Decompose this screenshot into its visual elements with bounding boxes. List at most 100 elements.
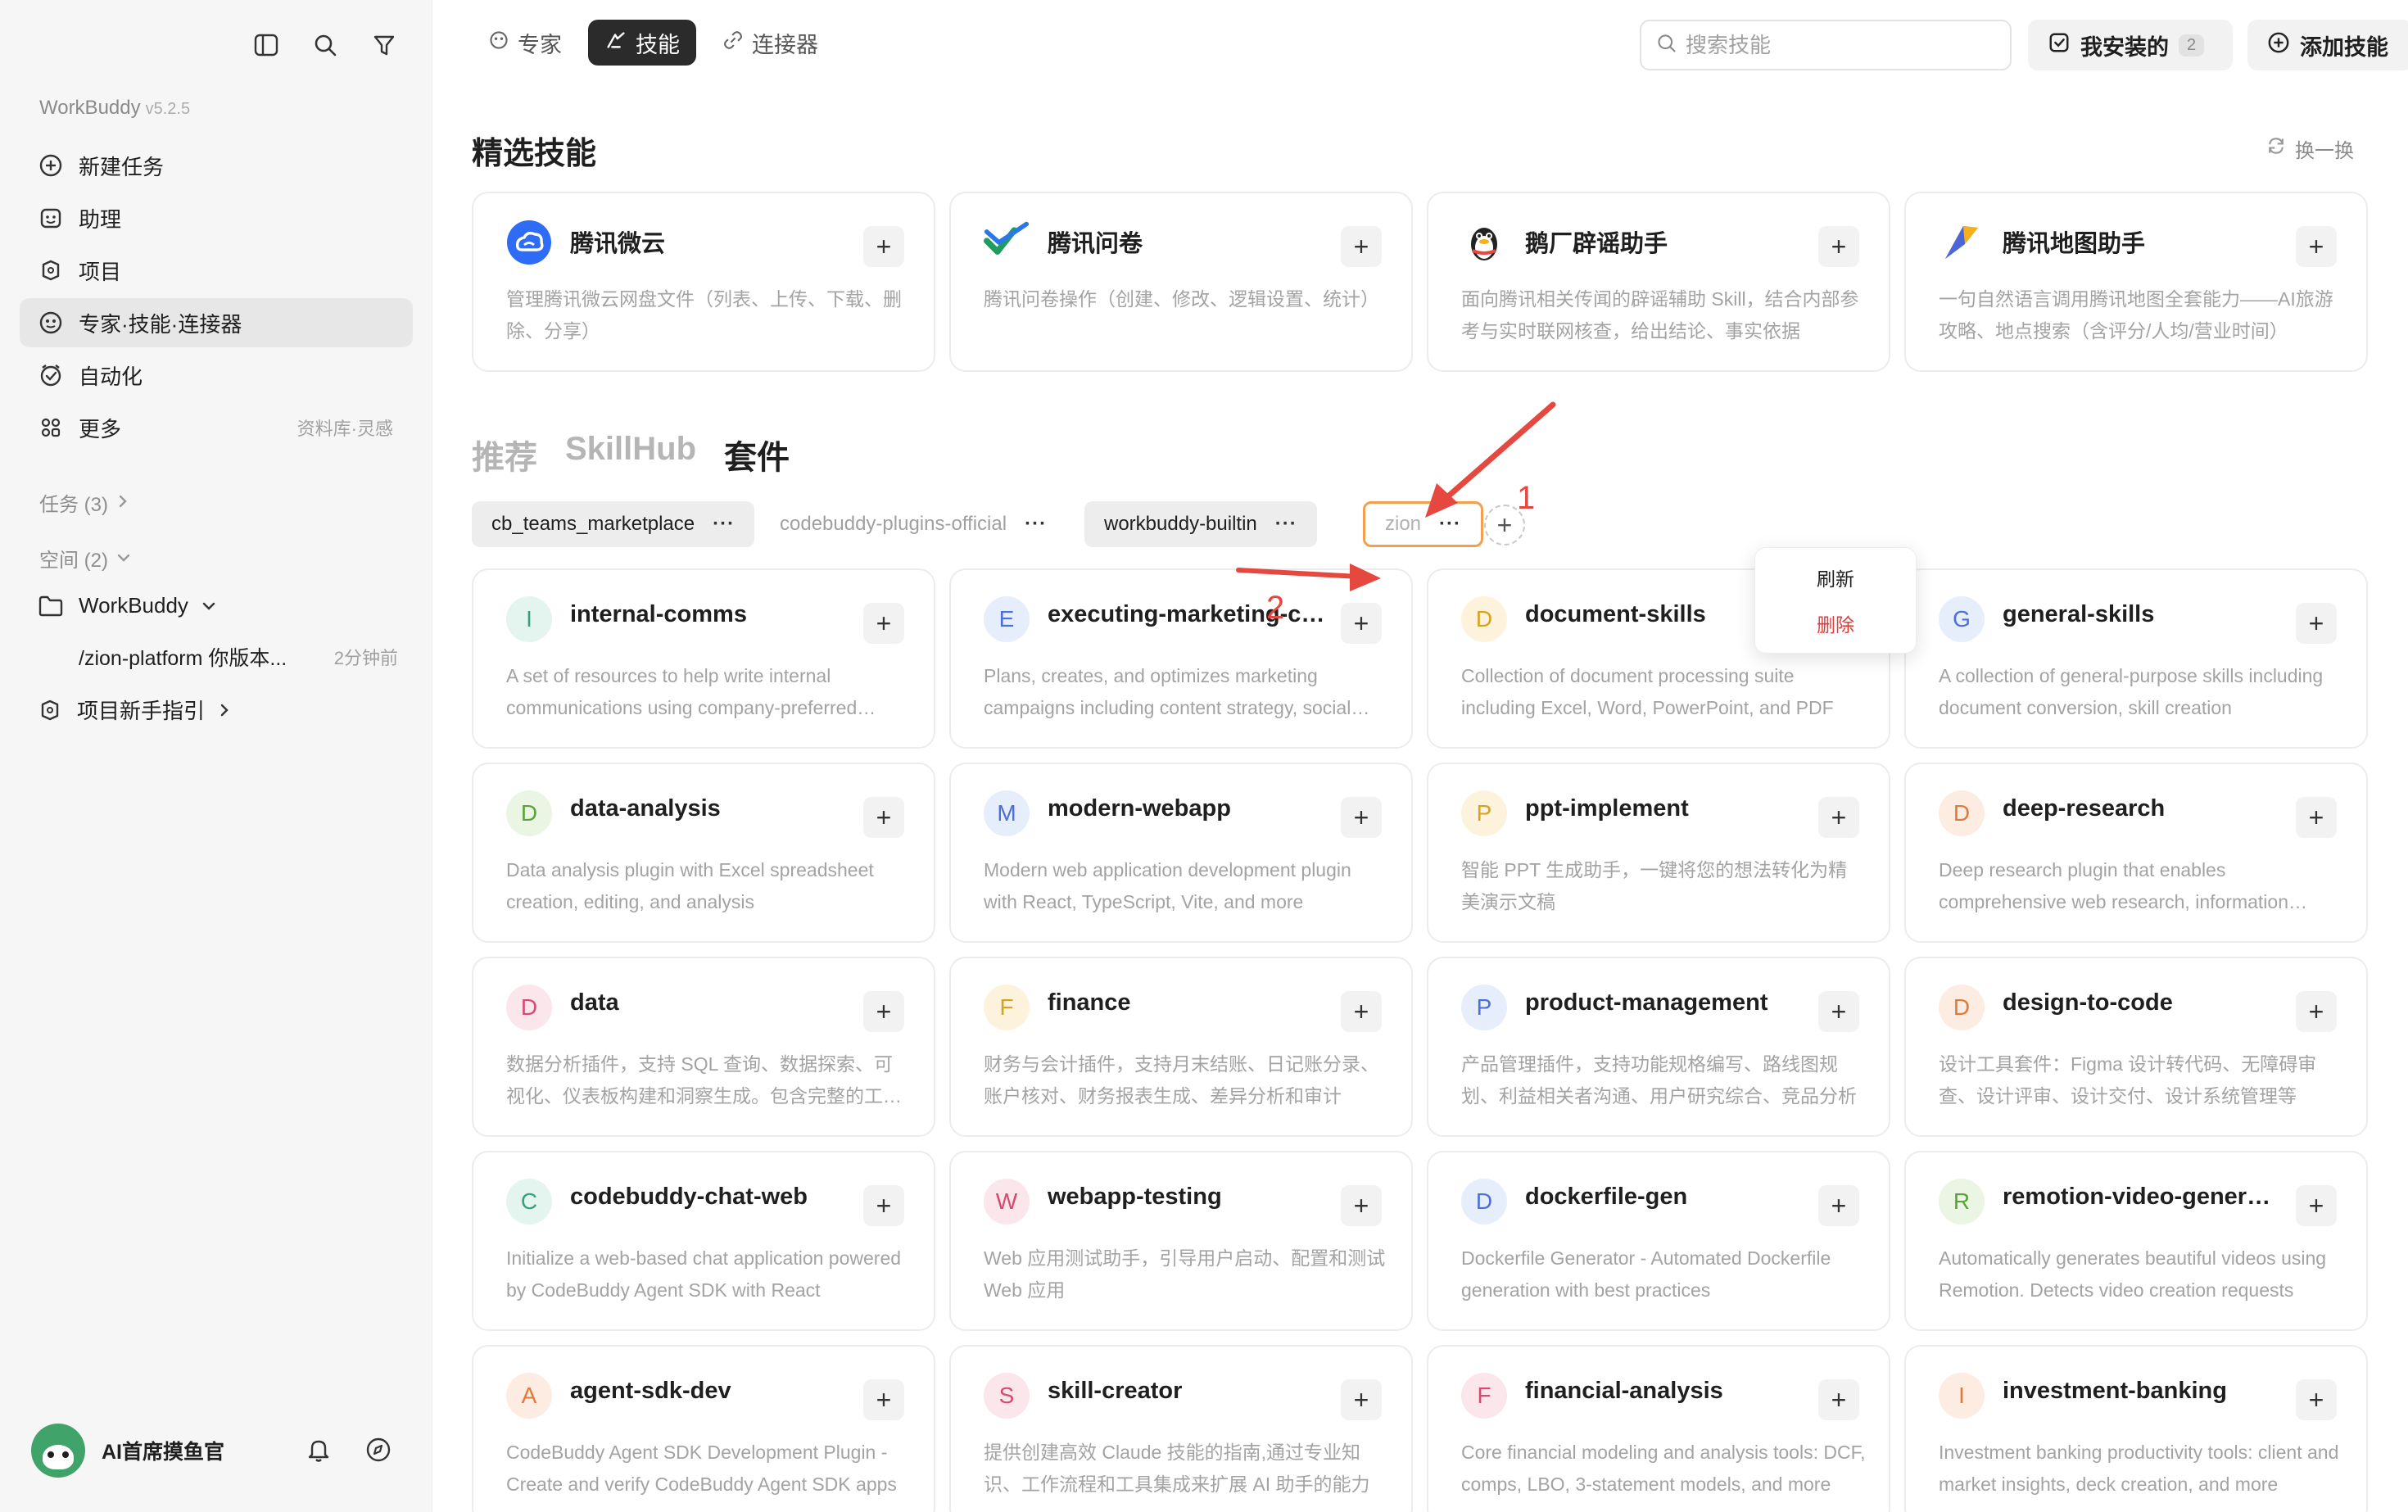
skill-card[interactable]: Ddeep-research + Deep research plugin that… — [1904, 763, 2368, 943]
card-description: Initialize a web-based chat application … — [506, 1247, 902, 1301]
card-title: internal-comms — [570, 601, 747, 627]
add-skill-plus-button[interactable]: + — [863, 226, 904, 267]
sidebar-item-label: 更多 — [79, 416, 122, 441]
marketplace-chip-workbuddy-builtin[interactable]: workbuddy-builtin ··· — [1084, 501, 1317, 547]
sidebar-item-project[interactable]: 项目 — [20, 246, 413, 295]
add-skill-plus-button[interactable]: + — [863, 797, 904, 838]
add-skill-plus-button[interactable]: + — [863, 1185, 904, 1226]
skill-card[interactable]: Ddata + 数据分析插件，支持 SQL 查询、数据探索、可视化、仪表板构建和洞察… — [472, 957, 935, 1137]
workspace-label: WorkBuddy — [79, 593, 188, 618]
sidebar-item-experts-skills[interactable]: 专家·技能·连接器 — [20, 298, 413, 347]
spaces-label: 空间 (2) — [39, 550, 108, 572]
skill-card[interactable]: Ffinancial-analysis + Core financial model… — [1427, 1345, 1890, 1512]
shuffle-button[interactable]: 换一换 — [2265, 134, 2354, 163]
expert-icon — [38, 310, 64, 336]
add-skill-plus-button[interactable]: + — [863, 991, 904, 1032]
avatar[interactable] — [31, 1424, 85, 1478]
tab-skills[interactable]: 技能 — [588, 20, 696, 66]
card-title: financial-analysis — [1525, 1378, 1723, 1404]
featured-card[interactable]: 腾讯地图助手 + 一句自然语言调用腾讯地图全套能力——AI旅游攻略、地点搜索（含… — [1904, 192, 2368, 372]
card-description: 一句自然语言调用腾讯地图全套能力——AI旅游攻略、地点搜索（含评分/人均/营业时… — [1939, 288, 2333, 342]
add-skill-plus-button[interactable]: + — [1341, 1185, 1382, 1226]
add-skill-plus-button[interactable]: + — [1818, 797, 1859, 838]
sidebar-item-new-task[interactable]: 新建任务 — [20, 141, 413, 190]
chevron-down-icon — [201, 600, 216, 613]
compass-icon[interactable] — [365, 1437, 392, 1463]
skill-card[interactable]: Ddata-analysis + Data analysis plugin with… — [472, 763, 935, 943]
sidebar-toolbar — [251, 29, 400, 61]
user-profile[interactable]: AI首席摸鱼官 — [31, 1422, 408, 1479]
add-skill-plus-button[interactable]: + — [2296, 1185, 2337, 1226]
sidebar-item-label: 新建任务 — [79, 154, 165, 179]
add-skill-plus-button[interactable]: + — [2296, 797, 2337, 838]
skill-search[interactable] — [1640, 20, 2012, 70]
toggle-sidebar-icon[interactable] — [251, 29, 282, 61]
skill-card[interactable]: Ddockerfile-gen + Dockerfile Generator - A… — [1427, 1151, 1890, 1331]
skill-card[interactable]: Ffinance + 财务与会计插件，支持月末结账、日记账分录、账户核对、财务报表生… — [949, 957, 1413, 1137]
add-skill-plus-button[interactable]: + — [1341, 226, 1382, 267]
tab-recommended[interactable]: 推荐 — [472, 431, 537, 478]
add-skill-plus-button[interactable]: + — [1341, 1379, 1382, 1420]
add-skill-plus-button[interactable]: + — [863, 603, 904, 644]
add-skill-plus-button[interactable]: + — [2296, 226, 2337, 267]
featured-card[interactable]: 腾讯问卷 + 腾讯问卷操作（创建、修改、逻辑设置、统计） — [949, 192, 1413, 372]
add-skill-plus-button[interactable]: + — [1341, 991, 1382, 1032]
project-guide-item[interactable]: 项目新手指引 — [38, 695, 231, 725]
card-title: general-skills — [2003, 601, 2155, 627]
chevron-right-icon — [116, 491, 129, 514]
skill-card[interactable]: Pppt-implement + 智能 PPT 生成助手，一键将您的想法转化为精美演… — [1427, 763, 1890, 943]
recent-session-item[interactable]: /zion-platform 你版本... 2分钟前 — [79, 642, 398, 672]
search-input[interactable] — [1686, 32, 1980, 58]
add-skill-button[interactable]: 添加技能 — [2247, 20, 2408, 70]
tab-suites[interactable]: 套件 — [724, 431, 790, 478]
sidebar-item-automation[interactable]: 自动化 — [20, 351, 413, 400]
tab-experts[interactable]: 专家 — [472, 20, 578, 66]
menu-item-refresh[interactable]: 刷新 — [1755, 555, 1916, 600]
sidebar: WorkBuddy v5.2.5 新建任务 助理 项目 专家·技能·连接器 自动化… — [0, 0, 432, 1512]
featured-card[interactable]: 鹅厂辟谣助手 + 面向腾讯相关传闻的辟谣辅助 Skill，结合内部参考与实时联网… — [1427, 192, 1890, 372]
sidebar-item-assistant[interactable]: 助理 — [20, 193, 413, 242]
skill-letter-avatar: D — [1461, 1179, 1507, 1225]
add-skill-plus-button[interactable]: + — [1818, 991, 1859, 1032]
marketplace-chip-cb-teams[interactable]: cb_teams_marketplace ··· — [472, 501, 755, 547]
skill-card[interactable]: Iinternal-comms + A set of resources to he… — [472, 568, 935, 749]
add-skill-plus-button[interactable]: + — [2296, 1379, 2337, 1420]
marketplace-chip-codebuddy-plugins[interactable]: codebuddy-plugins-official ··· — [760, 501, 1066, 547]
add-skill-plus-button[interactable]: + — [1341, 603, 1382, 644]
skill-card[interactable]: Ddesign-to-code + 设计工具套件：Figma 设计转代码、无障碍审查… — [1904, 957, 2368, 1137]
more-dots-icon[interactable]: ··· — [1275, 513, 1297, 536]
skill-card[interactable]: Sskill-creator + 提供创建高效 Claude 技能的指南,通过专业知… — [949, 1345, 1413, 1512]
bell-icon[interactable] — [306, 1437, 331, 1463]
tasks-section-toggle[interactable]: 任务 (3) — [39, 488, 129, 517]
add-skill-plus-button[interactable]: + — [1818, 226, 1859, 267]
skill-card[interactable]: Wwebapp-testing + Web 应用测试助手，引导用户启动、配置和测试 … — [949, 1151, 1413, 1331]
my-installed-button[interactable]: 我安装的 2 — [2028, 20, 2233, 70]
skill-card[interactable]: Pproduct-management + 产品管理插件，支持功能规格编写、路线图规… — [1427, 957, 1890, 1137]
featured-card[interactable]: 腾讯微云 + 管理腾讯微云网盘文件（列表、上传、下载、删除、分享） — [472, 192, 935, 372]
annotation-arrow-1 — [1425, 401, 1556, 518]
add-skill-plus-button[interactable]: + — [1341, 797, 1382, 838]
tab-skillhub[interactable]: SkillHub — [565, 431, 696, 478]
sidebar-item-more[interactable]: 更多 资料库·灵感 — [20, 403, 413, 452]
filter-icon[interactable] — [369, 29, 400, 61]
workspace-item[interactable]: WorkBuddy — [38, 593, 216, 618]
menu-item-delete[interactable]: 删除 — [1755, 600, 1916, 646]
add-skill-plus-button[interactable]: + — [1818, 1379, 1859, 1420]
skill-card[interactable]: Iinvestment-banking + Investment banking p… — [1904, 1345, 2368, 1512]
add-skill-plus-button[interactable]: + — [2296, 603, 2337, 644]
search-icon[interactable] — [310, 29, 341, 61]
skill-card[interactable]: Aagent-sdk-dev + CodeBuddy Agent SDK Devel… — [472, 1345, 935, 1512]
add-skill-plus-button[interactable]: + — [2296, 991, 2337, 1032]
add-skill-plus-button[interactable]: + — [863, 1379, 904, 1420]
card-title: webapp-testing — [1048, 1184, 1222, 1210]
skill-card[interactable]: Mmodern-webapp + Modern web application de… — [949, 763, 1413, 943]
more-dots-icon[interactable]: ··· — [713, 513, 735, 536]
skill-card[interactable]: Ggeneral-skills + A collection of general-… — [1904, 568, 2368, 749]
tab-connectors[interactable]: 连接器 — [706, 20, 835, 66]
skill-card[interactable]: Rremotion-video-generator + Automatically … — [1904, 1151, 2368, 1331]
more-dots-icon[interactable]: ··· — [1025, 513, 1047, 536]
spaces-section-toggle[interactable]: 空间 (2) — [39, 544, 131, 573]
add-skill-plus-button[interactable]: + — [1818, 1185, 1859, 1226]
skill-card[interactable]: Ccodebuddy-chat-web + Initialize a web-bas… — [472, 1151, 935, 1331]
skill-letter-avatar: P — [1461, 985, 1507, 1030]
